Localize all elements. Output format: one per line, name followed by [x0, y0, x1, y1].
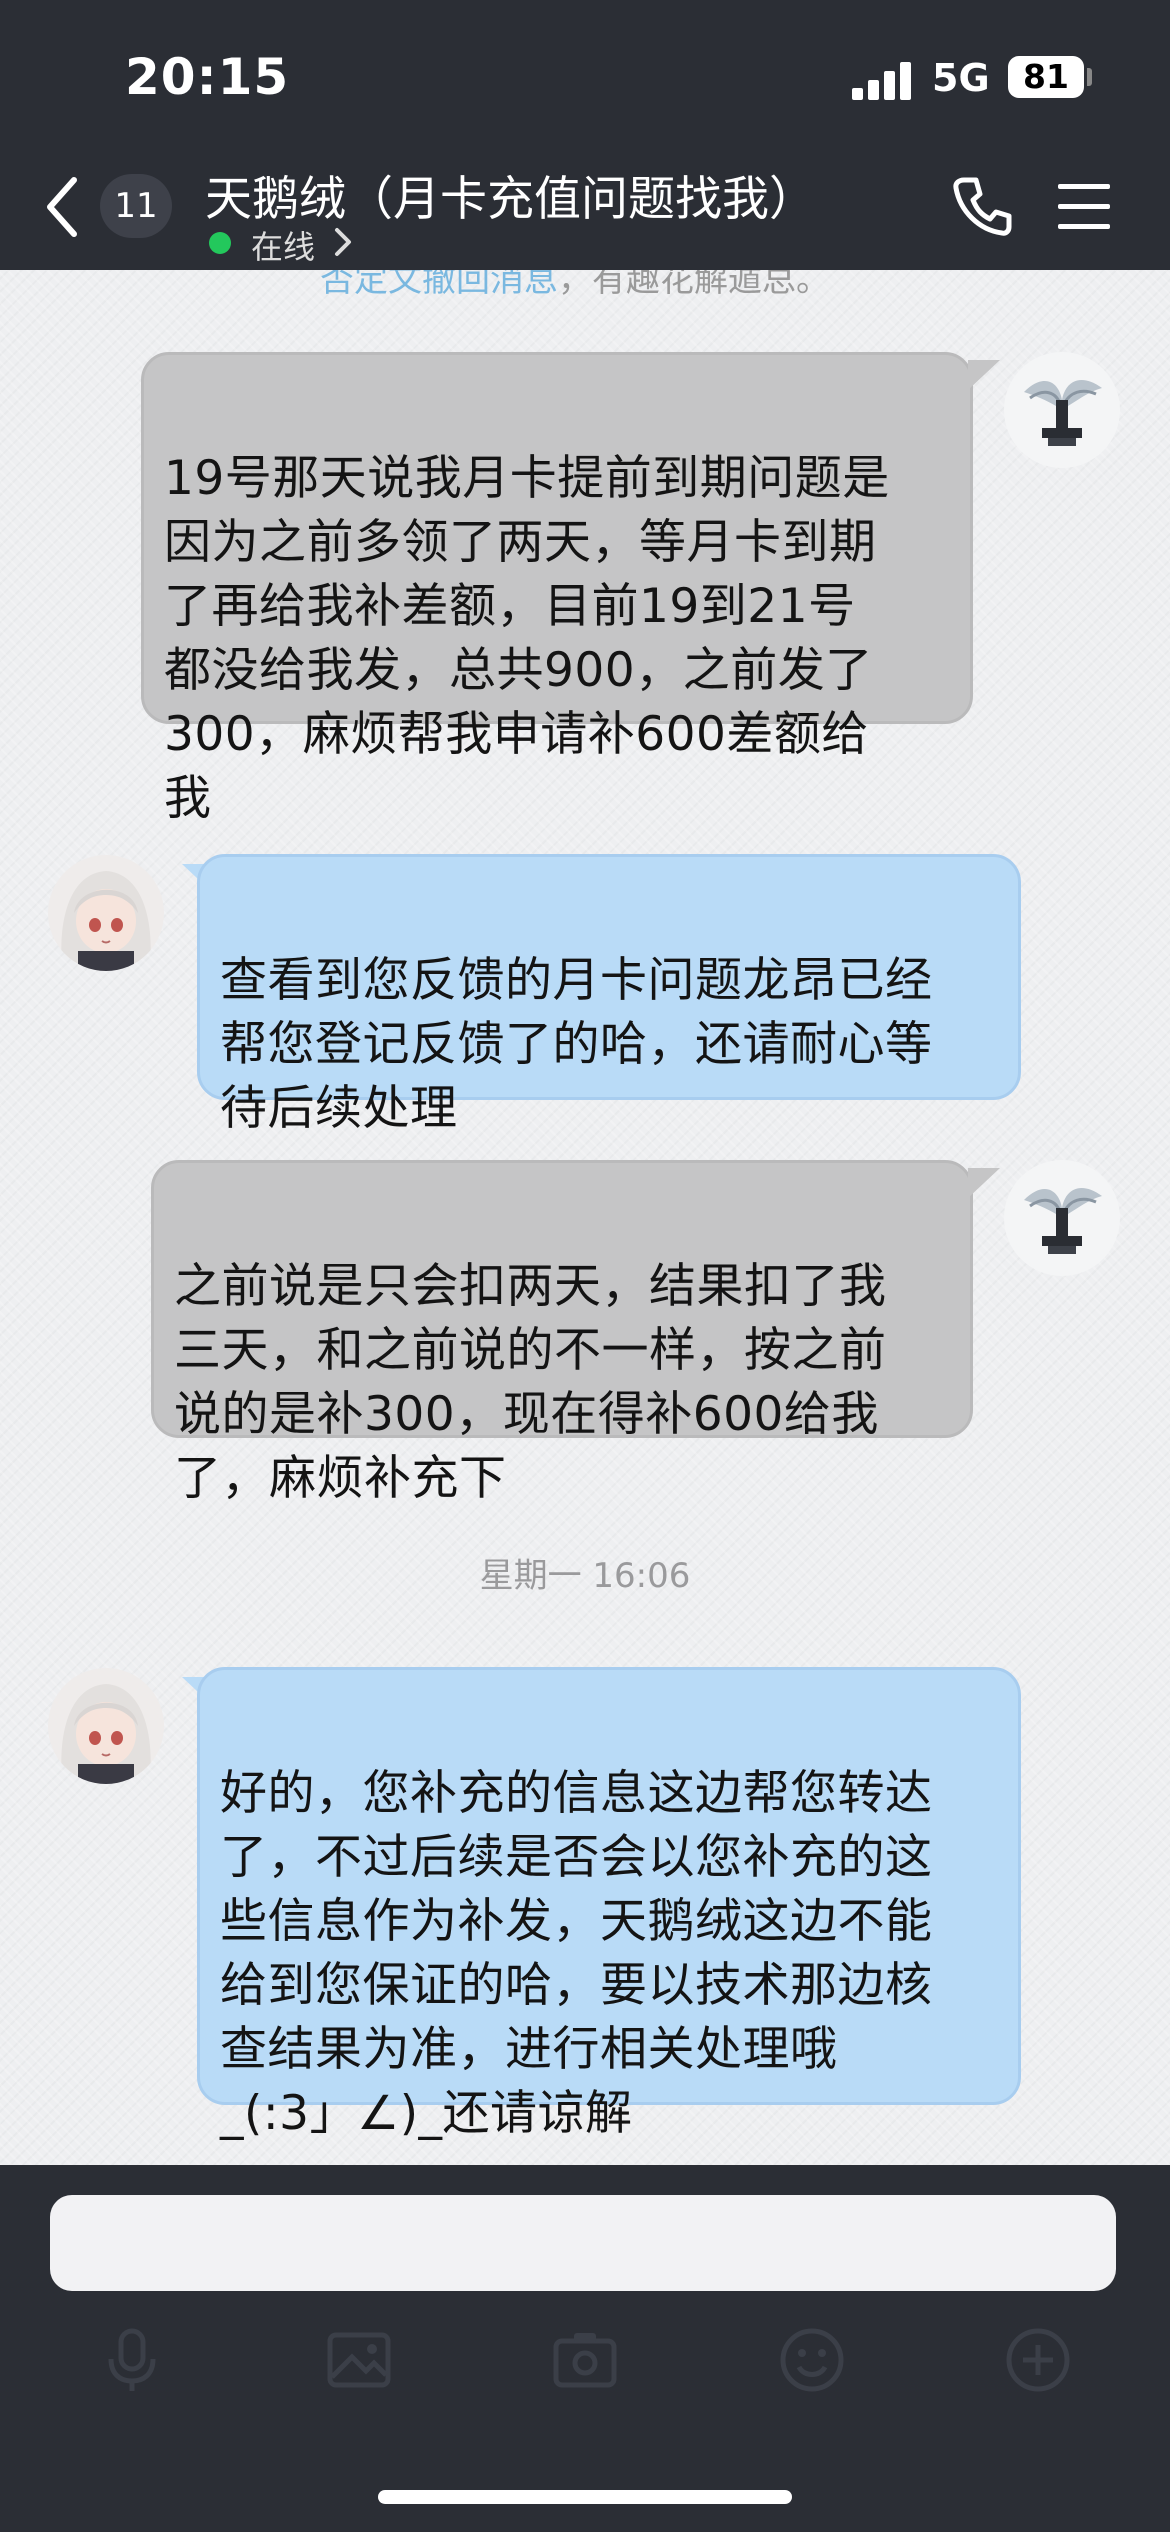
gallery-button[interactable]: [324, 2325, 394, 2395]
sent-message-bubble[interactable]: 之前说是只会扣两天，结果扣了我 三天，和之前说的不一样，按之前 说的是补300，…: [151, 1160, 973, 1506]
bubble-tail: [968, 1168, 1000, 1198]
my-avatar[interactable]: [1004, 352, 1120, 468]
message-input[interactable]: [50, 2195, 1116, 2291]
sent-message-bubble[interactable]: 19号那天说我月卡提前到期问题是 因为之前多领了两天，等月卡到期 了再给我补差额…: [141, 352, 973, 826]
contact-avatar[interactable]: [48, 1668, 164, 1784]
previous-message-link[interactable]: 否定文撤回消息: [320, 270, 558, 300]
message-text: 19号那天说我月卡提前到期问题是 因为之前多领了两天，等月卡到期 了再给我补差额…: [164, 451, 890, 826]
cellular-signal-icon: [852, 60, 914, 100]
contact-avatar[interactable]: [48, 855, 164, 971]
more-button[interactable]: [1003, 2325, 1073, 2395]
plus-icon: [1006, 2328, 1070, 2392]
battery-icon: 81: [1008, 56, 1084, 98]
presence-label: 在线: [251, 228, 316, 266]
chevron-right-icon: [335, 228, 351, 256]
status-time: 20:15: [125, 48, 290, 106]
image-icon: [327, 2332, 391, 2388]
received-message-bubble[interactable]: 好的，您补充的信息这边帮您转达 了，不过后续是否会以您补充的这 些信息作为补发，…: [197, 1667, 1021, 2141]
voice-button[interactable]: [97, 2325, 167, 2395]
emoji-button[interactable]: [777, 2325, 847, 2395]
camera-icon: [553, 2333, 617, 2388]
composer-bar: [0, 2165, 1170, 2532]
microphone-icon: [108, 2328, 156, 2391]
home-indicator[interactable]: [378, 2490, 792, 2504]
camera-button[interactable]: [550, 2325, 620, 2395]
message-list[interactable]: 否定文撤回消息，有趣花解遁总。 19号那天说我月卡提前到期问题是 因为之前多领了…: [0, 270, 1170, 2165]
online-dot-icon: [209, 232, 231, 254]
battery-level: 81: [1023, 57, 1069, 96]
previous-message-rest: ，有趣花解遁总。: [558, 270, 830, 300]
message-text: 好的，您补充的信息这边帮您转达 了，不过后续是否会以您补充的这 些信息作为补发，…: [220, 1766, 933, 2141]
battery-cap: [1087, 68, 1092, 86]
previous-message-fragment: 否定文撤回消息，有趣花解遁总。: [320, 270, 830, 301]
emoji-icon: [780, 2328, 844, 2392]
winged-statue-avatar-icon: [1004, 352, 1120, 468]
call-button[interactable]: [950, 174, 1014, 238]
back-button[interactable]: [40, 172, 90, 242]
anime-girl-avatar-icon: [48, 1668, 164, 1784]
network-type: 5G: [932, 56, 990, 100]
received-message-bubble[interactable]: 查看到您反馈的月卡问题龙昂已经 帮您登记反馈了的哈，还请耐心等 待后续处理: [197, 854, 1021, 1136]
chevron-left-icon: [47, 177, 77, 237]
chat-header: 11 天鹅绒（月卡充值问题找我） 在线: [0, 150, 1170, 270]
my-avatar[interactable]: [1004, 1160, 1120, 1276]
message-text: 查看到您反馈的月卡问题龙昂已经 帮您登记反馈了的哈，还请耐心等 待后续处理: [220, 953, 933, 1136]
message-text: 之前说是只会扣两天，结果扣了我 三天，和之前说的不一样，按之前 说的是补300，…: [174, 1259, 887, 1506]
menu-button[interactable]: [1058, 182, 1110, 232]
bubble-tail: [968, 360, 1000, 390]
unread-count-badge[interactable]: 11: [100, 174, 172, 238]
phone-icon: [953, 177, 1012, 236]
chat-title[interactable]: 天鹅绒（月卡充值问题找我）: [205, 160, 816, 229]
anime-girl-avatar-icon: [48, 855, 164, 971]
status-bar: 20:15 5G 81: [0, 0, 1170, 150]
winged-statue-avatar-icon: [1004, 1160, 1120, 1276]
message-timestamp: 星期一 16:06: [479, 1556, 691, 1596]
